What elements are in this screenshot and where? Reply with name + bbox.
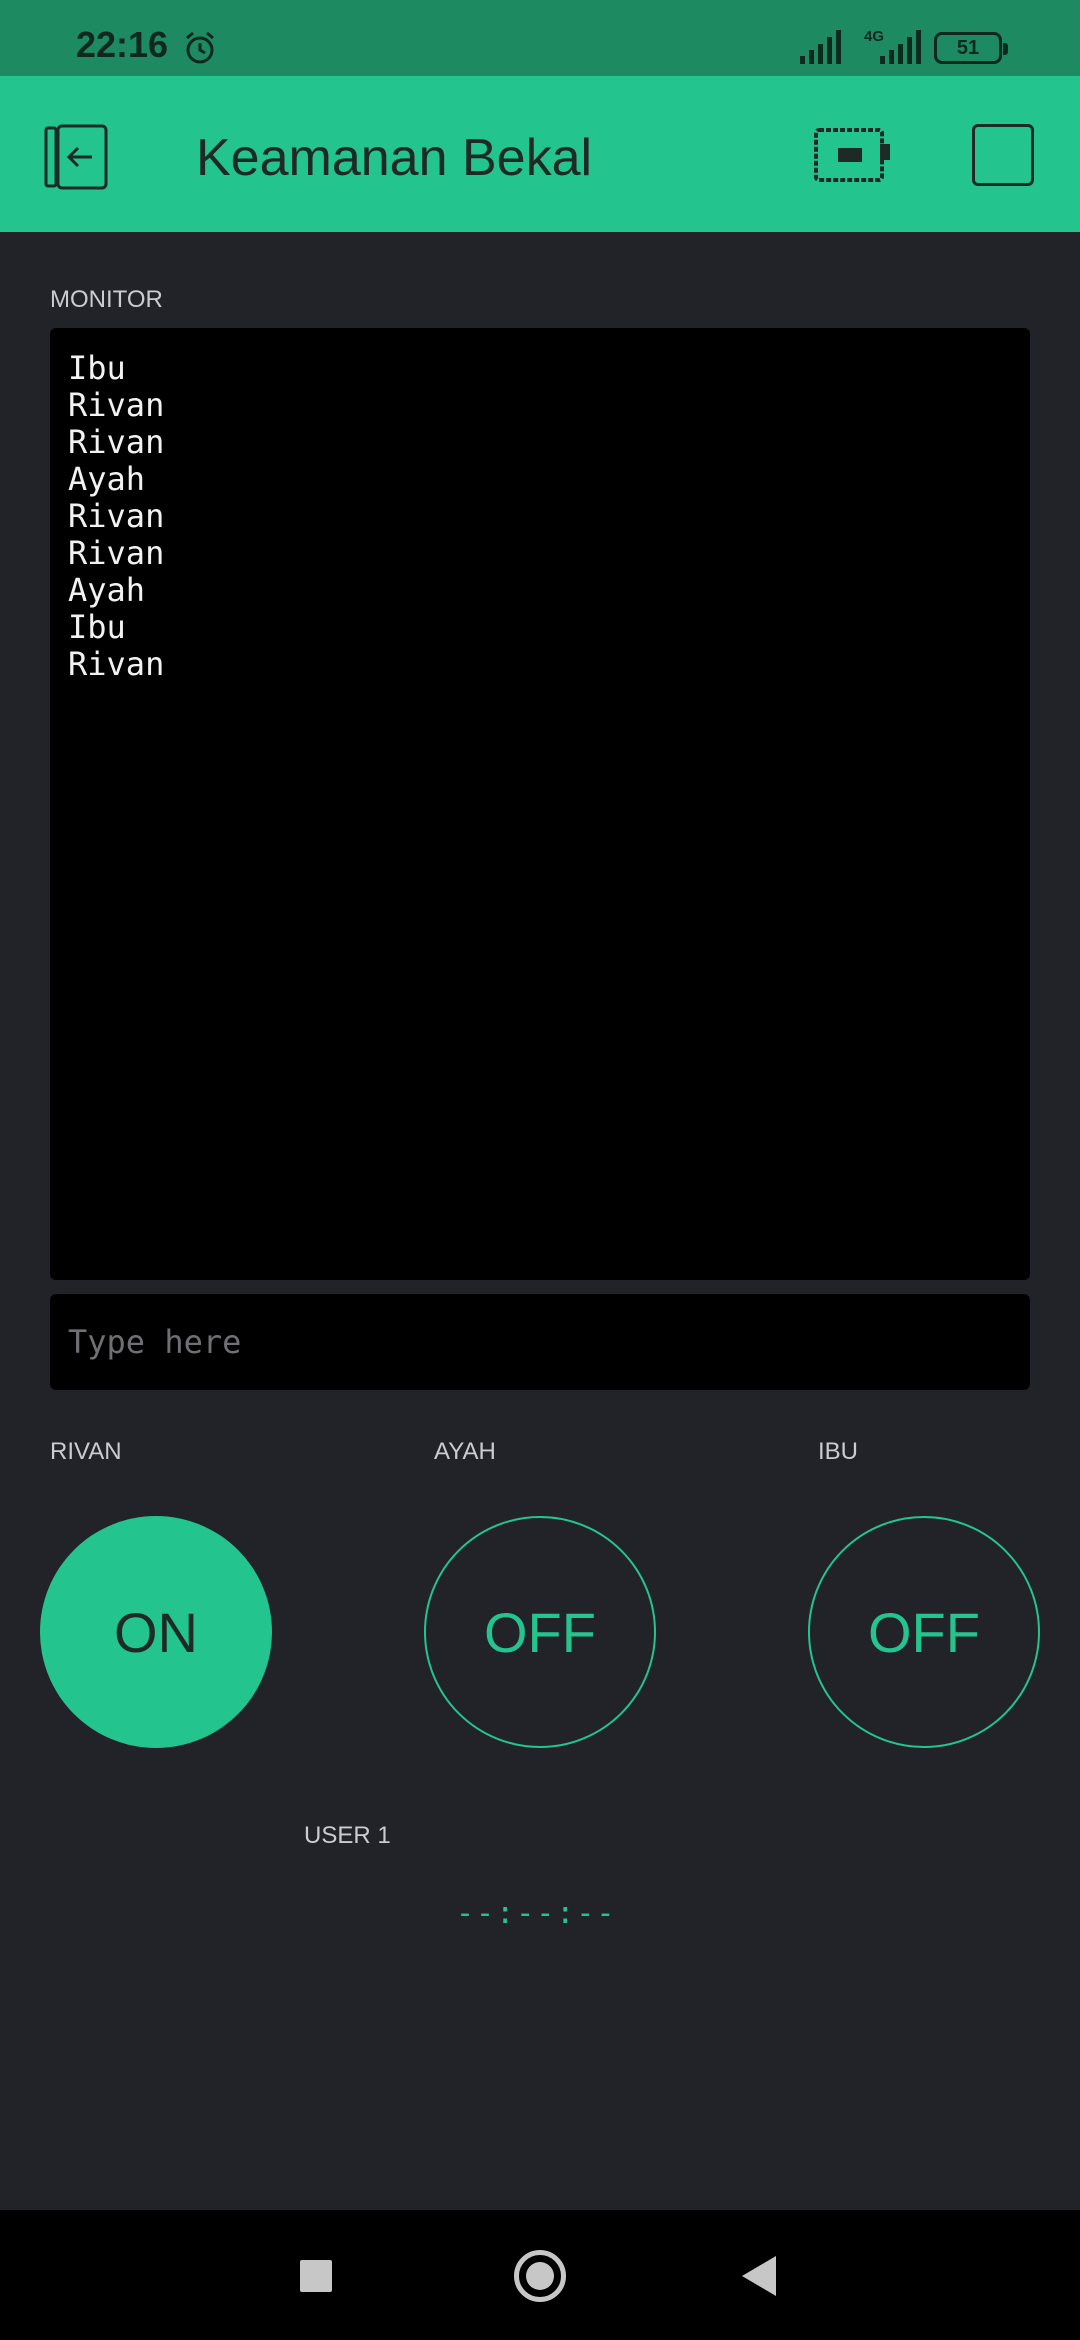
- terminal-line: Rivan: [68, 534, 165, 572]
- ayah-toggle-button[interactable]: OFF: [424, 1516, 656, 1748]
- rivan-toggle-button[interactable]: ON: [40, 1516, 272, 1748]
- alarm-icon: [186, 31, 214, 64]
- terminal-line: Ibu: [68, 608, 126, 646]
- battery-level: 51: [956, 36, 980, 59]
- toggle-state: OFF: [484, 1600, 596, 1664]
- terminal-line: Rivan: [68, 497, 165, 535]
- recents-icon[interactable]: [300, 2260, 332, 2292]
- app-title: Keamanan Bekal: [196, 129, 593, 187]
- terminal-output: Ibu Rivan Rivan Ayah Rivan Rivan Ayah Ib…: [50, 328, 1030, 1280]
- back-nav-icon[interactable]: [742, 2256, 776, 2296]
- signal-icon: [800, 30, 841, 64]
- square-button[interactable]: [972, 124, 1034, 186]
- monitor-label: MONITOR: [50, 286, 163, 313]
- timer-display[interactable]: --:--:--: [456, 1896, 617, 1931]
- button-label-ibu: IBU: [818, 1438, 859, 1465]
- terminal-line: Rivan: [68, 386, 165, 424]
- battery-icon: 51: [934, 32, 1008, 64]
- back-icon[interactable]: [42, 124, 112, 190]
- ibu-toggle-button[interactable]: OFF: [808, 1516, 1040, 1748]
- device-icon[interactable]: [814, 126, 892, 184]
- app-bar: Keamanan Bekal: [0, 76, 1080, 232]
- terminal-line: Ibu: [68, 349, 126, 387]
- status-time: 22:16: [76, 24, 169, 65]
- signal-icon: [880, 30, 921, 64]
- timer-label: USER 1: [304, 1822, 391, 1849]
- terminal-line: Ayah: [68, 460, 146, 498]
- terminal-line: Rivan: [68, 645, 165, 683]
- navigation-bar: [0, 2210, 1080, 2340]
- status-bar: 22:16 4G 51: [0, 0, 1080, 76]
- toggle-state: ON: [114, 1600, 198, 1664]
- terminal-line: Rivan: [68, 423, 165, 461]
- terminal-input[interactable]: [50, 1294, 1030, 1390]
- button-label-ayah: AYAH: [434, 1438, 496, 1465]
- home-icon[interactable]: [514, 2250, 566, 2302]
- terminal-line: Ayah: [68, 571, 146, 609]
- toggle-state: OFF: [868, 1600, 980, 1664]
- button-label-rivan: RIVAN: [50, 1438, 122, 1465]
